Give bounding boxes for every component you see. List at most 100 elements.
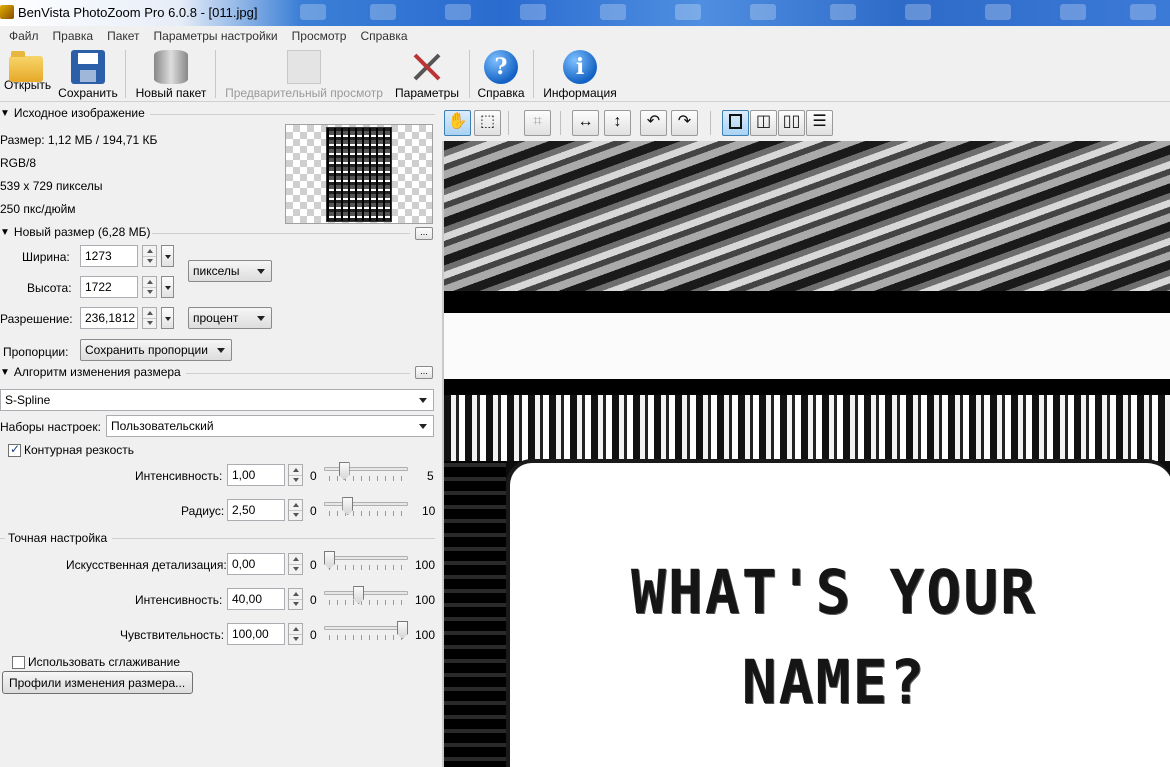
rotate-left-icon[interactable]: ↶ — [640, 110, 667, 136]
speech-line-2: NAME? — [741, 646, 927, 718]
sensitivity-max: 100 — [415, 628, 436, 642]
preview-label: Предварительный просмотр — [225, 86, 383, 100]
view-toolbar: ✋ ⬚ ⌗ ↔ ↕ ↶ ↷ ◫ ▯▯ ☰ — [442, 103, 1170, 141]
fine-intensity-spinner[interactable] — [288, 588, 303, 610]
fine-intensity-input[interactable]: 40,00 — [227, 588, 285, 610]
sharpness-checkbox[interactable] — [8, 442, 21, 457]
resolution-spinner[interactable] — [142, 307, 157, 329]
collapse-triangle-icon: ▼ — [0, 226, 10, 238]
background-icon — [675, 4, 701, 20]
resolution-input[interactable]: 236,1812 — [80, 307, 138, 329]
preview-button[interactable]: Предварительный просмотр — [222, 50, 386, 100]
save-button[interactable]: Сохранить — [56, 50, 120, 100]
width-spinner[interactable] — [142, 245, 157, 267]
new-size-section-header[interactable]: ▼ Новый размер (6,28 МБ) — [0, 225, 150, 239]
source-size: Размер: 1,12 МБ / 194,71 КБ — [0, 133, 158, 147]
sharp-intensity-slider[interactable] — [324, 462, 408, 486]
menu-view[interactable]: Просмотр — [285, 29, 354, 43]
background-icon — [1060, 4, 1086, 20]
info-label: Информация — [543, 86, 617, 100]
width-input[interactable]: 1273 — [80, 245, 138, 267]
background-icon — [445, 4, 471, 20]
help-button[interactable]: ? Справка — [475, 50, 527, 100]
fine-tuning-header: Точная настройка — [8, 531, 107, 545]
section-divider — [186, 373, 410, 374]
flip-vertical-icon[interactable]: ↕ — [604, 110, 631, 136]
algorithm-select[interactable]: S-Spline — [0, 389, 434, 411]
split-view-icon[interactable]: ◫ — [750, 110, 777, 136]
info-button[interactable]: i Информация — [540, 50, 620, 100]
menu-edit[interactable]: Правка — [46, 29, 101, 43]
save-disk-icon — [71, 50, 105, 84]
artificial-detail-slider[interactable] — [324, 551, 408, 575]
resize-profiles-button[interactable]: Профили изменения размера... — [2, 671, 193, 694]
background-icon — [1130, 4, 1156, 20]
presets-select[interactable]: Пользовательский — [106, 415, 434, 437]
sharpness-label: Контурная резкость — [24, 443, 134, 457]
algorithm-options-button[interactable]: ... — [415, 366, 433, 379]
new-batch-button[interactable]: Новый пакет — [133, 50, 209, 100]
stacked-view-icon[interactable]: ☰ — [806, 110, 833, 136]
menu-file[interactable]: Файл — [2, 29, 46, 43]
proportions-select[interactable]: Сохранить пропорции — [80, 339, 232, 361]
resolution-unit-select[interactable]: процент — [188, 307, 272, 329]
menu-settings[interactable]: Параметры настройки — [147, 29, 285, 43]
sharp-intensity-input[interactable]: 1,00 — [227, 464, 285, 486]
help-question-icon: ? — [484, 50, 518, 84]
hand-tool-icon[interactable]: ✋ — [444, 110, 471, 136]
proportions-label: Пропорции: — [3, 345, 69, 359]
menu-help[interactable]: Справка — [353, 29, 414, 43]
sensitivity-input[interactable]: 100,00 — [227, 623, 285, 645]
height-spinner[interactable] — [142, 276, 157, 298]
radius-spinner[interactable] — [288, 499, 303, 521]
marquee-select-icon[interactable]: ⬚ — [474, 110, 501, 136]
fine-intensity-label: Интенсивность: — [135, 593, 223, 607]
flip-horizontal-icon[interactable]: ↔ — [572, 110, 599, 136]
fine-tuning-label: Точная настройка — [8, 531, 108, 545]
resolution-menu-button[interactable] — [161, 307, 174, 329]
app-icon — [0, 5, 14, 19]
background-icon — [905, 4, 931, 20]
sharp-intensity-min: 0 — [310, 469, 317, 483]
toolbar-separator — [215, 50, 216, 98]
section-divider — [112, 538, 435, 539]
artificial-detail-min: 0 — [310, 558, 317, 572]
smoothing-label: Использовать сглаживание — [28, 655, 180, 669]
radius-input[interactable]: 2,50 — [227, 499, 285, 521]
sensitivity-slider[interactable] — [324, 621, 408, 645]
artificial-detail-input[interactable]: 0,00 — [227, 553, 285, 575]
open-button[interactable]: Открыть — [4, 50, 51, 92]
image-preview[interactable]: WHAT'S YOUR NAME? — [442, 141, 1170, 767]
toolbar-separator — [533, 50, 534, 98]
source-thumbnail[interactable] — [285, 124, 433, 224]
background-icon — [985, 4, 1011, 20]
save-label: Сохранить — [58, 86, 118, 100]
new-size-header-label: Новый размер (6,28 МБ) — [13, 225, 151, 239]
radius-max: 10 — [422, 504, 436, 518]
new-size-options-button[interactable]: ... — [415, 227, 433, 240]
size-unit-select[interactable]: пикселы — [188, 260, 272, 282]
background-icon — [520, 4, 546, 20]
settings-button[interactable]: Параметры — [392, 50, 462, 100]
sharp-intensity-spinner[interactable] — [288, 464, 303, 486]
algorithm-header-label: Алгоритм изменения размера — [13, 365, 181, 379]
background-icon — [750, 4, 776, 20]
width-menu-button[interactable] — [161, 245, 174, 267]
menu-batch[interactable]: Пакет — [100, 29, 146, 43]
artificial-detail-spinner[interactable] — [288, 553, 303, 575]
fine-intensity-slider[interactable] — [324, 586, 408, 610]
radius-slider[interactable] — [324, 497, 408, 521]
rotate-right-icon[interactable]: ↷ — [671, 110, 698, 136]
comic-dark-band — [444, 291, 1170, 313]
single-view-icon[interactable] — [722, 110, 749, 136]
source-section-header[interactable]: ▼ Исходное изображение — [0, 106, 145, 120]
side-by-side-view-icon[interactable]: ▯▯ — [778, 110, 805, 136]
height-input[interactable]: 1722 — [80, 276, 138, 298]
algorithm-section-header[interactable]: ▼ Алгоритм изменения размера — [0, 365, 181, 379]
crop-icon[interactable]: ⌗ — [524, 110, 551, 136]
height-menu-button[interactable] — [161, 276, 174, 298]
sensitivity-spinner[interactable] — [288, 623, 303, 645]
smoothing-checkbox[interactable] — [12, 656, 25, 669]
background-icon — [300, 4, 326, 20]
fine-intensity-max: 100 — [415, 593, 436, 607]
